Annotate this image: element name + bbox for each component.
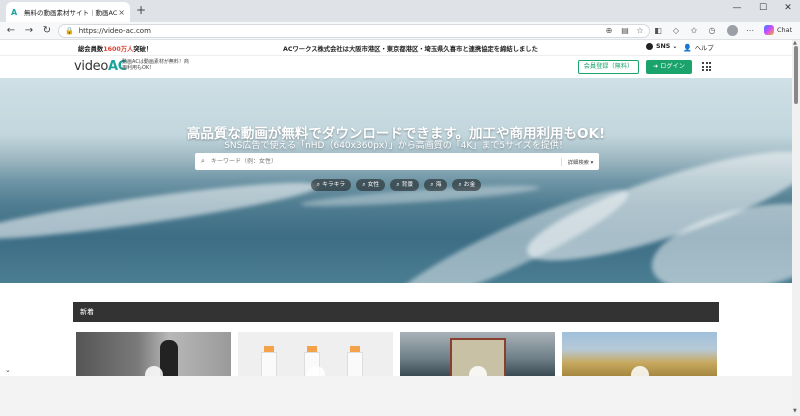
page-footer-area <box>0 376 792 416</box>
member-count-suffix: 突破！ <box>133 46 153 53</box>
chevron-down-icon: ⌄ <box>672 43 678 50</box>
thumbnail-bottle <box>261 352 277 376</box>
extension-icon[interactable]: ◧ <box>652 25 664 37</box>
tag-chip[interactable]: ⌕ 海 <box>424 179 448 191</box>
address-url: https://video-ac.com <box>78 27 151 35</box>
zoom-icon[interactable]: ⊕ <box>603 25 615 37</box>
window-close-button[interactable]: ✕ <box>781 3 795 13</box>
back-arrow-icon[interactable]: ← <box>4 24 18 38</box>
scroll-down-icon[interactable]: ▼ <box>793 408 797 414</box>
search-icon: ⌕ <box>316 181 321 188</box>
thumbnail-figure <box>160 340 178 376</box>
site-header: videoAC 動画ACは動画素材が無料！商用利用もOK！ 会員登録（無料） ➜… <box>0 56 792 78</box>
tag-chip[interactable]: ⌕ 背景 <box>390 179 420 191</box>
reload-icon[interactable]: ↻ <box>40 24 54 38</box>
tag-label: 海 <box>435 182 442 188</box>
tag-label: キラキラ <box>322 182 346 188</box>
browser-tab-active[interactable]: A 無料の動画素材サイト｜動画AC × <box>6 2 130 22</box>
video-thumbnail[interactable] <box>238 332 393 376</box>
search-icon[interactable]: ⌕ <box>195 157 211 166</box>
help-label: ヘルプ <box>694 45 714 52</box>
hero-banner: 高品質な動画が無料でダウンロードできます。加工や商用利用もOK! SNS広告で使… <box>0 78 792 283</box>
search-icon: ⌕ <box>458 181 462 188</box>
new-video-list <box>76 332 719 376</box>
member-count: 総会員数1600万人突破！ <box>78 44 152 53</box>
copilot-label: Chat <box>777 26 793 34</box>
detail-search-dropdown[interactable]: 詳細検索 ▾ <box>561 157 599 166</box>
video-thumbnail[interactable] <box>76 332 231 376</box>
signup-button[interactable]: 会員登録（無料） <box>578 60 639 74</box>
sns-menu[interactable]: SNS ⌄ <box>646 43 677 50</box>
reader-mode-icon[interactable]: ▤ <box>619 25 631 37</box>
site-tagline: 動画ACは動画素材が無料！商用利用もOK！ <box>122 59 189 71</box>
new-section-header: 新着 <box>73 302 719 322</box>
user-icon: 👤 <box>683 43 692 52</box>
sns-label: SNS <box>656 43 671 50</box>
forward-arrow-icon[interactable]: → <box>22 24 36 38</box>
profile-avatar[interactable] <box>727 25 738 36</box>
partnership-notice[interactable]: ACワークス株式会社は大阪市港区・東京都港区・埼玉県久喜市と連携協定を締結しまし… <box>283 44 538 53</box>
tag-chip[interactable]: ⌕ お金 <box>452 179 482 191</box>
address-bar[interactable]: 🔒 https://video-ac.com <box>58 24 650 38</box>
window-minimize-button[interactable]: — <box>730 3 744 13</box>
new-tab-button[interactable]: + <box>134 3 148 17</box>
tab-close-icon[interactable]: × <box>118 8 125 17</box>
help-link[interactable]: 👤 ヘルプ <box>683 43 714 53</box>
tag-label: 背景 <box>401 182 414 188</box>
popular-tags: ⌕ キラキラ ⌕ 女性 ⌕ 背景 ⌕ 海 ⌕ お金 <box>0 179 792 191</box>
tag-label: 女性 <box>367 182 380 188</box>
logo-video-text: video <box>74 59 109 74</box>
page-scrollbar[interactable]: ▲ ▼ <box>792 40 800 416</box>
search-icon: ⌕ <box>396 181 400 188</box>
video-ac-logo[interactable]: videoAC <box>74 59 127 74</box>
copilot-icon <box>764 25 774 35</box>
favorites-icon[interactable]: ✩ <box>688 25 700 37</box>
site-info-bar: 総会員数1600万人突破！ ACワークス株式会社は大阪市港区・東京都港区・埼玉県… <box>0 40 792 56</box>
video-ac-favicon-icon: A <box>11 7 18 17</box>
search-icon: ⌕ <box>362 181 366 188</box>
browser-tabstrip: A 無料の動画素材サイト｜動画AC × + — ☐ ✕ <box>0 0 800 22</box>
tag-chip[interactable]: ⌕ 女性 <box>356 179 386 191</box>
search-icon: ⌕ <box>430 181 434 188</box>
tag-chip[interactable]: ⌕ キラキラ <box>310 179 352 191</box>
hero-subtitle: SNS広告で使える「nHD（640x360px）」から高画質の「4K」まで5サイ… <box>224 141 568 151</box>
member-count-number: 1600万人 <box>103 46 134 53</box>
play-icon[interactable] <box>631 366 649 376</box>
search-bar: ⌕ 詳細検索 ▾ <box>195 153 599 170</box>
video-thumbnail[interactable] <box>562 332 717 376</box>
scrollbar-thumb[interactable] <box>794 46 798 104</box>
new-section-title: 新着 <box>80 308 94 316</box>
copilot-chat-button[interactable]: Chat <box>764 25 792 35</box>
chevron-down-icon[interactable]: ⌄ <box>5 366 11 374</box>
login-icon: ➜ <box>653 63 659 70</box>
tag-label: お金 <box>463 182 476 188</box>
sns-icon <box>646 43 653 50</box>
play-icon[interactable] <box>307 366 325 376</box>
thumbnail-bottle <box>347 352 363 376</box>
member-count-prefix: 総会員数 <box>78 46 104 53</box>
history-icon[interactable]: ◷ <box>706 25 718 37</box>
tab-title: 無料の動画素材サイト｜動画AC <box>24 9 118 17</box>
video-thumbnail[interactable] <box>400 332 555 376</box>
app-grid-icon[interactable] <box>702 62 711 71</box>
search-input[interactable] <box>211 158 561 165</box>
browser-toolbar: ← → ↻ 🔒 https://video-ac.com ⊕ ▤ ☆ ◧ ◇ ✩… <box>0 22 800 40</box>
login-button[interactable]: ➜ ログイン <box>646 60 692 74</box>
more-menu-icon[interactable]: ⋯ <box>744 25 756 37</box>
lock-icon: 🔒 <box>65 27 74 35</box>
login-label: ログイン <box>660 63 685 70</box>
favorite-star-icon[interactable]: ☆ <box>634 25 646 37</box>
shield-icon[interactable]: ◇ <box>670 25 682 37</box>
window-maximize-button[interactable]: ☐ <box>756 3 770 13</box>
